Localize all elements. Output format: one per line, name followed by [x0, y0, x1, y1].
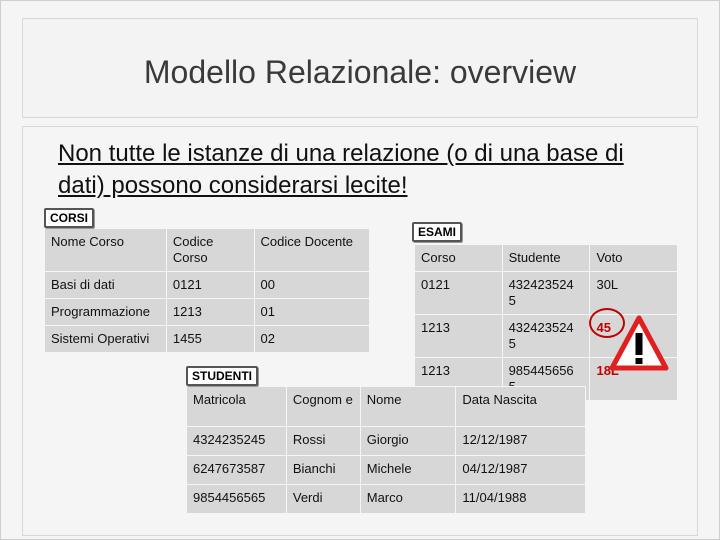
column-header: Codice Corso [165, 228, 255, 272]
table-cell: 0121 [414, 271, 503, 315]
table-cell: Basi di dati [44, 271, 167, 299]
table-cell: 1213 [165, 298, 255, 326]
table-cell: 432423524 5 [501, 271, 591, 315]
table-row: Basi di dati 0121 00 [44, 271, 371, 299]
table-cell: Rossi [285, 426, 361, 456]
slide-subtitle: Non tutte le istanze di una relazione (o… [58, 140, 624, 199]
table-cell: 1213 [414, 314, 503, 358]
table-cell: Verdi [285, 484, 361, 514]
studenti-label: STUDENTI [186, 366, 258, 386]
table-header-row: Corso Studente Voto [414, 244, 678, 272]
table-cell: 9854456565 [186, 484, 287, 514]
column-header: Matricola [186, 386, 287, 427]
column-header: Codice Docente [253, 228, 371, 272]
column-header: Cognom e [285, 386, 361, 427]
corsi-table: Nome Corso Codice Corso Codice Docente B… [44, 228, 371, 353]
studenti-table: Matricola Cognom e Nome Data Nascita 432… [186, 386, 586, 514]
table-cell: Bianchi [285, 455, 361, 485]
table-cell: 1455 [165, 325, 255, 353]
table-cell: Marco [359, 484, 457, 514]
column-header: Studente [501, 244, 591, 272]
column-header: Voto [589, 244, 678, 272]
column-header: Nome [359, 386, 457, 427]
warning-triangle-icon [609, 315, 669, 371]
table-row: Programmazione 1213 01 [44, 298, 371, 326]
column-header: Corso [414, 244, 503, 272]
table-cell: Programmazione [44, 298, 167, 326]
table-row: 6247673587 Bianchi Michele 04/12/1987 [186, 455, 586, 485]
table-cell: 432423524 5 [501, 314, 591, 358]
slide-title: Modello Relazionale: overview [143, 54, 577, 90]
table-row: 9854456565 Verdi Marco 11/04/1988 [186, 484, 586, 514]
table-cell: Giorgio [359, 426, 457, 456]
table-cell: Sistemi Operativi [44, 325, 167, 353]
table-cell: Michele [359, 455, 457, 485]
table-cell: 04/12/1987 [455, 455, 586, 485]
table-cell: 02 [253, 325, 371, 353]
corsi-label: CORSI [44, 208, 95, 228]
table-header-row: Nome Corso Codice Corso Codice Docente [44, 228, 371, 272]
table-cell: 4324235245 [186, 426, 287, 456]
column-header: Nome Corso [44, 228, 167, 272]
table-cell: 00 [253, 271, 371, 299]
table-row: 0121 432423524 5 30L [414, 271, 678, 315]
table-cell: 11/04/1988 [455, 484, 586, 514]
column-header: Data Nascita [455, 386, 586, 427]
esami-label: ESAMI [412, 222, 463, 242]
table-cell: 12/12/1987 [455, 426, 586, 456]
table-row: 4324235245 Rossi Giorgio 12/12/1987 [186, 426, 586, 456]
table-row: Sistemi Operativi 1455 02 [44, 325, 371, 353]
table-cell: 0121 [165, 271, 255, 299]
table-header-row: Matricola Cognom e Nome Data Nascita [186, 386, 586, 427]
table-cell: 01 [253, 298, 371, 326]
table-cell: 6247673587 [186, 455, 287, 485]
